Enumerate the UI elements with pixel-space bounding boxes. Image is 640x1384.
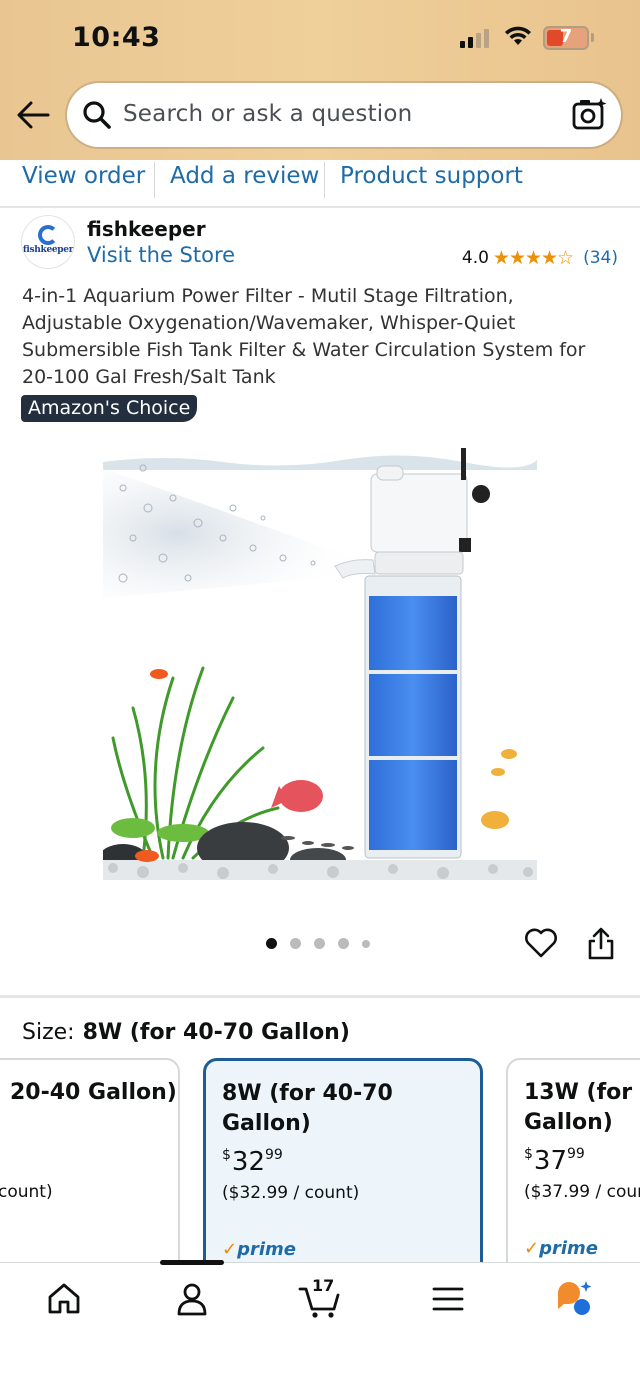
size-label: Size: <box>22 1020 75 1045</box>
battery-level: 7 <box>559 26 573 47</box>
store-logo[interactable]: fishkeeper <box>22 216 74 268</box>
rufus-assistant-icon[interactable] <box>554 1279 594 1319</box>
menu-icon[interactable] <box>432 1281 464 1317</box>
view-order-link[interactable]: View order <box>22 163 145 189</box>
cellular-signal-icon <box>460 28 489 48</box>
amazons-choice-badge: Amazon's Choice <box>21 395 198 422</box>
section-divider <box>0 995 640 998</box>
divider <box>324 162 325 198</box>
order-links: View order Add a review Product support <box>0 160 640 208</box>
home-icon[interactable] <box>46 1281 82 1317</box>
prime-badge: ✓prime <box>524 1238 598 1259</box>
divider <box>154 162 155 198</box>
search-bar[interactable]: Search or ask a question <box>67 83 621 147</box>
share-icon[interactable] <box>586 926 616 960</box>
account-icon[interactable] <box>174 1281 210 1317</box>
option-unit-price: ($32.99 / count) <box>222 1183 360 1203</box>
product-image[interactable] <box>103 448 537 880</box>
size-value: 8W (for 40-70 Gallon) <box>82 1020 350 1045</box>
status-time: 10:43 <box>72 22 161 53</box>
brand-name: fishkeeper <box>87 217 206 241</box>
camera-search-icon[interactable] <box>572 97 608 131</box>
battery-icon: 7 <box>543 26 589 50</box>
heart-icon[interactable] <box>524 927 558 959</box>
rating-summary[interactable]: 4.0 ★★★★☆ (34) <box>462 247 618 269</box>
add-review-link[interactable]: Add a review <box>170 163 319 189</box>
star-rating-icon: ★★★★☆ <box>492 247 574 269</box>
visit-store-link[interactable]: Visit the Store <box>87 243 235 267</box>
app-header: 10:43 7 Search or ask a question <box>0 0 640 160</box>
active-tab-indicator <box>160 1260 224 1265</box>
back-arrow-icon[interactable] <box>16 100 50 130</box>
prime-badge: ✓prime <box>222 1239 296 1260</box>
option-name: 20-40 Gallon) <box>10 1080 177 1105</box>
image-carousel-indicator <box>266 938 370 949</box>
search-icon <box>83 101 111 129</box>
product-title: 4-in-1 Aquarium Power Filter - Mutil Sta… <box>22 285 586 388</box>
product-support-link[interactable]: Product support <box>340 163 523 189</box>
option-unit-price: count) <box>0 1182 53 1202</box>
review-count[interactable]: (34) <box>583 248 618 268</box>
option-name: 13W (for 7Gallon) <box>524 1080 640 1135</box>
wifi-icon <box>505 26 531 45</box>
option-price: $3799 <box>524 1146 585 1176</box>
option-unit-price: ($37.99 / cour <box>524 1182 640 1202</box>
option-price: $3299 <box>222 1147 283 1177</box>
size-selection: Size: 8W (for 40-70 Gallon) <box>22 1020 350 1045</box>
search-placeholder: Search or ask a question <box>123 101 413 127</box>
rating-value: 4.0 <box>461 248 489 268</box>
cart-count-badge: 17 <box>312 1276 335 1295</box>
option-name: 8W (for 40-70 Gallon) <box>222 1081 393 1136</box>
